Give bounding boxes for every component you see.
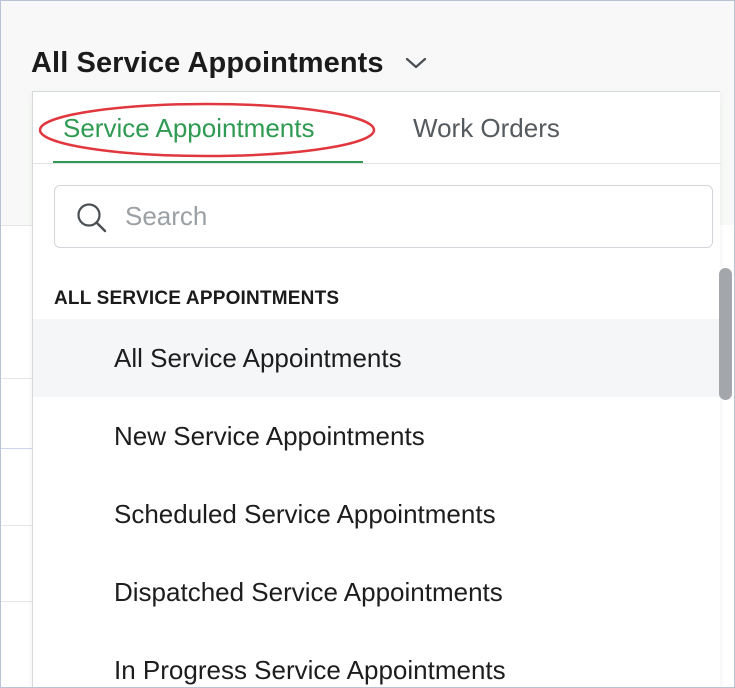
view-selector[interactable]: All Service Appointments bbox=[31, 43, 430, 83]
tab-bar: Service Appointments Work Orders bbox=[33, 92, 721, 164]
section-heading: ALL SERVICE APPOINTMENTS bbox=[54, 288, 340, 309]
list-item-in-progress-service-appointments[interactable]: In Progress Service Appointments bbox=[33, 631, 721, 688]
background-divider bbox=[0, 448, 32, 449]
list-item-new-service-appointments[interactable]: New Service Appointments bbox=[33, 397, 721, 475]
list-item-dispatched-service-appointments[interactable]: Dispatched Service Appointments bbox=[33, 553, 721, 631]
tab-work-orders[interactable]: Work Orders bbox=[413, 92, 560, 164]
active-tab-indicator bbox=[53, 161, 363, 163]
background-divider bbox=[0, 378, 32, 379]
list-item-all-service-appointments[interactable]: All Service Appointments bbox=[33, 319, 721, 397]
chevron-down-icon[interactable] bbox=[402, 49, 430, 77]
list-item-scheduled-service-appointments[interactable]: Scheduled Service Appointments bbox=[33, 475, 721, 553]
tab-service-appointments[interactable]: Service Appointments bbox=[63, 92, 314, 164]
scrollbar-thumb[interactable] bbox=[719, 268, 732, 400]
background-divider bbox=[0, 525, 32, 526]
view-title: All Service Appointments bbox=[31, 46, 384, 79]
view-dropdown-panel: Service Appointments Work Orders ALL SER… bbox=[32, 91, 732, 688]
view-list: All Service Appointments New Service App… bbox=[33, 319, 721, 688]
search-icon bbox=[75, 201, 109, 235]
search-box[interactable] bbox=[54, 185, 713, 248]
search-input[interactable] bbox=[125, 186, 685, 246]
background-divider bbox=[0, 225, 32, 226]
background-divider bbox=[0, 601, 32, 602]
